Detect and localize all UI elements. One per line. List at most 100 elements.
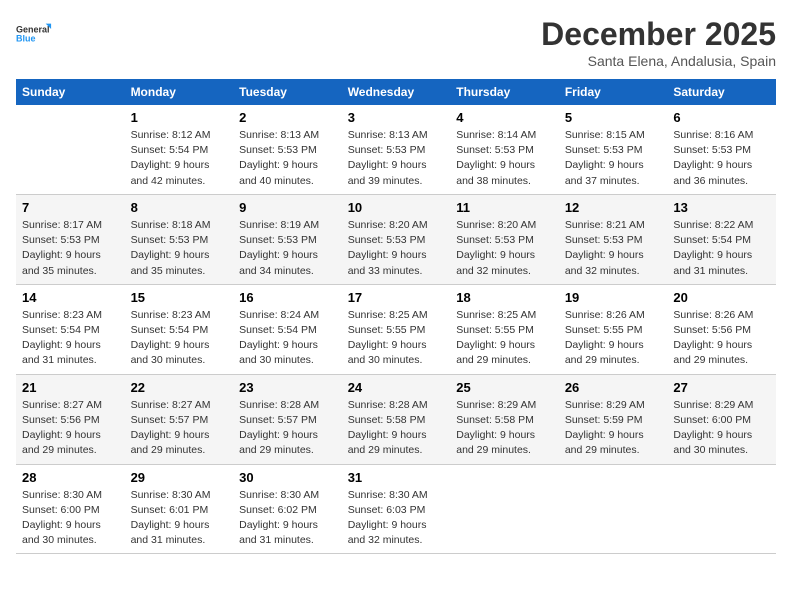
day-number: 21 [22, 380, 119, 395]
col-header-wednesday: Wednesday [342, 79, 451, 105]
col-header-thursday: Thursday [450, 79, 559, 105]
col-header-sunday: Sunday [16, 79, 125, 105]
day-info: Sunrise: 8:30 AM Sunset: 6:01 PM Dayligh… [131, 488, 228, 549]
calendar-cell: 18 Sunrise: 8:25 AM Sunset: 5:55 PM Dayli… [450, 284, 559, 374]
day-number: 28 [22, 470, 119, 485]
day-info: Sunrise: 8:23 AM Sunset: 5:54 PM Dayligh… [131, 308, 228, 369]
calendar-cell: 11Sunrise: 8:20 AM Sunset: 5:53 PM Dayli… [450, 194, 559, 284]
day-number: 18 [456, 290, 553, 305]
month-title: December 2025 [541, 16, 776, 53]
day-info: Sunrise: 8:17 AM Sunset: 5:53 PM Dayligh… [22, 218, 119, 279]
calendar-table: SundayMondayTuesdayWednesdayThursdayFrid… [16, 79, 776, 554]
day-info: Sunrise: 8:29 AM Sunset: 5:59 PM Dayligh… [565, 398, 662, 459]
day-info: Sunrise: 8:30 AM Sunset: 6:02 PM Dayligh… [239, 488, 336, 549]
day-number: 6 [673, 110, 770, 125]
day-info: Sunrise: 8:27 AM Sunset: 5:56 PM Dayligh… [22, 398, 119, 459]
calendar-cell: 13 Sunrise: 8:22 AM Sunset: 5:54 PM Dayli… [667, 194, 776, 284]
calendar-cell: 17 Sunrise: 8:25 AM Sunset: 5:55 PM Dayli… [342, 284, 451, 374]
day-info: Sunrise: 8:21 AM Sunset: 5:53 PM Dayligh… [565, 218, 662, 279]
col-header-friday: Friday [559, 79, 668, 105]
day-number: 14 [22, 290, 119, 305]
calendar-cell: 14 Sunrise: 8:23 AM Sunset: 5:54 PM Dayli… [16, 284, 125, 374]
day-info: Sunrise: 8:18 AM Sunset: 5:53 PM Dayligh… [131, 218, 228, 279]
day-number: 26 [565, 380, 662, 395]
calendar-cell: 3Sunrise: 8:13 AM Sunset: 5:53 PM Daylig… [342, 105, 451, 194]
day-number: 22 [131, 380, 228, 395]
day-info: Sunrise: 8:25 AM Sunset: 5:55 PM Dayligh… [456, 308, 553, 369]
calendar-cell: 15 Sunrise: 8:23 AM Sunset: 5:54 PM Dayli… [125, 284, 234, 374]
day-number: 17 [348, 290, 445, 305]
calendar-cell: 1 Sunrise: 8:12 AM Sunset: 5:54 PM Daylig… [125, 105, 234, 194]
header: General Blue December 2025 Santa Elena, … [16, 16, 776, 69]
day-number: 12 [565, 200, 662, 215]
day-number: 5 [565, 110, 662, 125]
day-info: Sunrise: 8:22 AM Sunset: 5:54 PM Dayligh… [673, 218, 770, 279]
location-subtitle: Santa Elena, Andalusia, Spain [541, 53, 776, 69]
day-number: 8 [131, 200, 228, 215]
svg-text:General: General [16, 25, 50, 35]
day-info: Sunrise: 8:12 AM Sunset: 5:54 PM Dayligh… [131, 128, 228, 189]
day-number: 30 [239, 470, 336, 485]
day-number: 7 [22, 200, 119, 215]
day-number: 10 [348, 200, 445, 215]
calendar-cell: 29 Sunrise: 8:30 AM Sunset: 6:01 PM Dayli… [125, 464, 234, 554]
col-header-saturday: Saturday [667, 79, 776, 105]
logo-svg: General Blue [16, 16, 52, 52]
day-info: Sunrise: 8:15 AM Sunset: 5:53 PM Dayligh… [565, 128, 662, 189]
col-header-tuesday: Tuesday [233, 79, 342, 105]
calendar-cell: 9Sunrise: 8:19 AM Sunset: 5:53 PM Daylig… [233, 194, 342, 284]
day-number: 13 [673, 200, 770, 215]
calendar-cell: 27Sunrise: 8:29 AM Sunset: 6:00 PM Dayli… [667, 374, 776, 464]
day-number: 24 [348, 380, 445, 395]
calendar-cell [16, 105, 125, 194]
day-number: 27 [673, 380, 770, 395]
calendar-cell: 23 Sunrise: 8:28 AM Sunset: 5:57 PM Dayli… [233, 374, 342, 464]
day-number: 23 [239, 380, 336, 395]
day-info: Sunrise: 8:20 AM Sunset: 5:53 PM Dayligh… [348, 218, 445, 279]
day-info: Sunrise: 8:25 AM Sunset: 5:55 PM Dayligh… [348, 308, 445, 369]
logo: General Blue [16, 16, 52, 52]
day-info: Sunrise: 8:13 AM Sunset: 5:53 PM Dayligh… [239, 128, 336, 189]
day-info: Sunrise: 8:30 AM Sunset: 6:03 PM Dayligh… [348, 488, 445, 549]
day-info: Sunrise: 8:26 AM Sunset: 5:56 PM Dayligh… [673, 308, 770, 369]
calendar-cell: 16Sunrise: 8:24 AM Sunset: 5:54 PM Dayli… [233, 284, 342, 374]
day-info: Sunrise: 8:29 AM Sunset: 5:58 PM Dayligh… [456, 398, 553, 459]
day-info: Sunrise: 8:28 AM Sunset: 5:58 PM Dayligh… [348, 398, 445, 459]
day-number: 11 [456, 200, 553, 215]
calendar-cell: 7 Sunrise: 8:17 AM Sunset: 5:53 PM Daylig… [16, 194, 125, 284]
day-info: Sunrise: 8:23 AM Sunset: 5:54 PM Dayligh… [22, 308, 119, 369]
calendar-cell: 4 Sunrise: 8:14 AM Sunset: 5:53 PM Daylig… [450, 105, 559, 194]
calendar-cell: 10 Sunrise: 8:20 AM Sunset: 5:53 PM Dayli… [342, 194, 451, 284]
calendar-cell: 8 Sunrise: 8:18 AM Sunset: 5:53 PM Daylig… [125, 194, 234, 284]
calendar-cell: 2Sunrise: 8:13 AM Sunset: 5:53 PM Daylig… [233, 105, 342, 194]
day-number: 16 [239, 290, 336, 305]
day-number: 29 [131, 470, 228, 485]
day-info: Sunrise: 8:19 AM Sunset: 5:53 PM Dayligh… [239, 218, 336, 279]
col-header-monday: Monday [125, 79, 234, 105]
day-number: 15 [131, 290, 228, 305]
calendar-cell: 30 Sunrise: 8:30 AM Sunset: 6:02 PM Dayli… [233, 464, 342, 554]
day-info: Sunrise: 8:13 AM Sunset: 5:53 PM Dayligh… [348, 128, 445, 189]
day-info: Sunrise: 8:28 AM Sunset: 5:57 PM Dayligh… [239, 398, 336, 459]
calendar-cell: 6 Sunrise: 8:16 AM Sunset: 5:53 PM Daylig… [667, 105, 776, 194]
calendar-cell: 20 Sunrise: 8:26 AM Sunset: 5:56 PM Dayli… [667, 284, 776, 374]
day-info: Sunrise: 8:14 AM Sunset: 5:53 PM Dayligh… [456, 128, 553, 189]
calendar-cell: 24 Sunrise: 8:28 AM Sunset: 5:58 PM Dayli… [342, 374, 451, 464]
calendar-cell: 5 Sunrise: 8:15 AM Sunset: 5:53 PM Daylig… [559, 105, 668, 194]
day-number: 1 [131, 110, 228, 125]
title-area: December 2025 Santa Elena, Andalusia, Sp… [541, 16, 776, 69]
day-info: Sunrise: 8:30 AM Sunset: 6:00 PM Dayligh… [22, 488, 119, 549]
calendar-cell: 12 Sunrise: 8:21 AM Sunset: 5:53 PM Dayli… [559, 194, 668, 284]
day-number: 31 [348, 470, 445, 485]
day-number: 4 [456, 110, 553, 125]
calendar-cell: 25 Sunrise: 8:29 AM Sunset: 5:58 PM Dayli… [450, 374, 559, 464]
calendar-cell [667, 464, 776, 554]
svg-text:Blue: Blue [16, 34, 36, 44]
calendar-cell: 28 Sunrise: 8:30 AM Sunset: 6:00 PM Dayli… [16, 464, 125, 554]
calendar-cell [450, 464, 559, 554]
calendar-cell: 19Sunrise: 8:26 AM Sunset: 5:55 PM Dayli… [559, 284, 668, 374]
day-number: 20 [673, 290, 770, 305]
day-number: 19 [565, 290, 662, 305]
day-number: 25 [456, 380, 553, 395]
day-info: Sunrise: 8:16 AM Sunset: 5:53 PM Dayligh… [673, 128, 770, 189]
